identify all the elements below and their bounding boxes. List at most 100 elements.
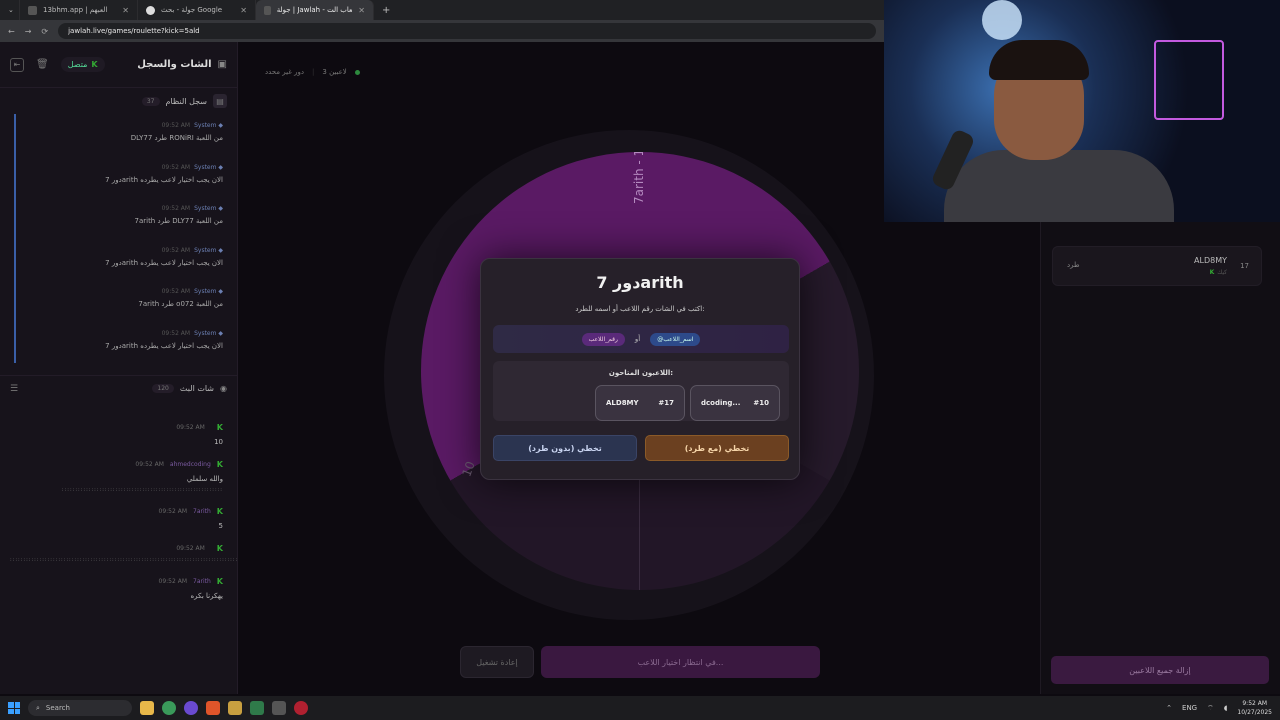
jawlah-icon [264,5,271,15]
log-text: دور 7arith الان يجب اختيار لاعب يطرده [105,341,223,350]
volume-icon[interactable]: ◖ [1224,704,1228,712]
tab-label: جولة | Jawlah - منصة الألعاب الت [276,6,353,14]
collapse-icon[interactable]: ⇤ [10,57,24,72]
url-input[interactable]: jawlah.live/games/roulette?kick=5ald [58,23,876,39]
log-author: System [194,163,217,171]
wifi-icon[interactable]: ⌔ [1207,704,1214,713]
chat-text: 5 [218,522,223,530]
log-author: System [194,205,217,212]
players-info: دور غير محدد | 3 لاعبين [265,68,360,76]
player-name-chip: @اسم_اللاعب [650,332,701,346]
chat-time: 09:52 AM [135,461,164,468]
online-dot-icon [354,69,360,75]
chat-meta: 09:52 AM K [10,544,223,553]
messenger-icon[interactable] [184,701,198,715]
live-chat-header[interactable]: ☰ 120 شات البث ◉ [0,375,237,401]
close-icon[interactable]: ✕ [358,6,365,15]
tab-label: 13bhm.app | العبهم [43,6,108,14]
system-icon: ◆ [218,205,223,212]
waiting-status-button[interactable]: في انتظار اختيار اللاعب... [541,646,820,678]
taskbar-search[interactable]: ⌕ Search [28,700,132,716]
app-icon[interactable] [272,701,286,715]
turn-modal: دور 7arith اكتب في الشات رقم اللاعب أو ا… [480,258,800,480]
trash-icon[interactable]: 🗑 [36,59,49,70]
chrome-icon[interactable] [162,701,176,715]
restart-button[interactable]: إعادة تشغيل [460,646,534,678]
language-indicator[interactable]: ENG [1182,704,1197,712]
player-name: ALD8MY [1194,256,1227,265]
streamer-body [944,150,1174,222]
brave-icon[interactable] [206,701,220,715]
log-meta: 09:52 AM System ◆ [16,122,223,129]
tab-jawlah[interactable]: جولة | Jawlah - منصة الألعاب الت ✕ [256,0,374,20]
chat-text: 10 [214,438,223,446]
clock[interactable]: 9:52 AM 10/27/2025 [1237,699,1272,717]
close-icon[interactable]: ✕ [122,6,129,15]
skip-without-kick-button[interactable]: تخطي (بدون طرد) [493,435,637,461]
chat-time: 09:52 AM [176,424,205,431]
windows-start-icon[interactable] [8,702,20,714]
player-name: dcoding... [701,399,741,407]
close-icon[interactable]: ✕ [240,6,247,15]
site-favicon-icon [28,5,37,15]
filter-icon[interactable]: ☰ [10,384,18,394]
sidebar-header: ⇤ 🗑 متصل K الشات والسجل ▣ [0,42,237,88]
file-explorer-icon[interactable] [140,701,154,715]
system-tray: ⌃ ENG ⌔ ◖ 9:52 AM 10/27/2025 [1166,699,1272,717]
windows-taskbar: ⌕ Search ⌃ ENG ⌔ ◖ 9:52 AM 10/27/2025 [0,696,1280,720]
modal-title: دور 7arith [596,273,684,292]
remove-all-players-button[interactable]: إزالة جميع اللاعبين [1051,656,1269,684]
player-name: ALD8MY [606,399,639,407]
player-card-17[interactable]: #17 ALD8MY [595,385,685,421]
log-author: System [194,329,217,337]
chevron-up-icon[interactable]: ⌃ [1166,704,1172,712]
wheel-label-top: 7arith - 14 [632,152,646,204]
chat-emotes: ::::::::::::::::::::::::::::::::::::::::… [61,487,223,493]
taskbar-search-text: Search [45,704,70,712]
player-card-10[interactable]: #10 dcoding... [690,385,780,421]
chat-text: يهكرنا بكره [190,592,223,600]
log-meta: 09:52 AM System ◆ [16,247,223,254]
app-icon[interactable] [228,701,242,715]
chat-time: 09:52 AM [176,545,205,552]
message-icon: ◉ [220,384,227,393]
chat-time: 09:52 AM [158,508,187,515]
log-item: 09:52 AM System ◆ دور 7arith الان يجب اختي… [16,239,237,281]
kick-player-button[interactable]: طرد [1067,261,1080,269]
available-players: اللاعبون المتاحون: #10 dcoding... #17 AL… [493,361,789,421]
live-chat-count: 120 [152,384,174,393]
live-chat-list: 09:52 AM K 10 09:52 AM ahmedcoding K والله سلم… [0,423,541,600]
sidebar-title: الشات والسجل ▣ [137,59,227,70]
obs-icon[interactable] [294,701,308,715]
back-icon[interactable]: ← [8,27,15,36]
chat-icon: ▣ [217,59,227,70]
system-icon: ◆ [218,246,223,254]
tab-13bhm[interactable]: 13bhm.app | العبهم ✕ [20,0,138,20]
log-text: DLY77 طرد RONiRI من اللعبة [130,134,223,142]
player-tag: K كيك [1210,269,1227,276]
excel-icon[interactable] [250,701,264,715]
google-icon [146,5,155,15]
address-bar: ← → ⟳ jawlah.live/games/roulette?kick=5a… [0,20,884,42]
status-text: متصل [67,60,88,69]
chat-text: والله سلملي [186,475,223,483]
log-time: 09:52 AM [161,329,191,337]
new-tab-button[interactable]: + [374,0,398,20]
log-meta: 09:52 AM System ◆ [16,164,223,171]
forward-icon[interactable]: → [25,27,32,36]
system-log-header[interactable]: 37 سجل النظام ▤ [0,88,237,114]
kick-icon: K [91,60,98,69]
player-row: طرد ALD8MY K كيك 17 [1052,246,1262,286]
neon-frame [1154,40,1224,120]
log-author: System [194,288,217,295]
system-icon: ◆ [218,163,223,171]
log-meta: 09:52 AM System ◆ [16,205,223,212]
tab-google[interactable]: جولة - بحث Google ✕ [138,0,256,20]
chat-meta: 09:52 AM 7arith K [10,507,223,516]
tab-menu[interactable]: ⌄ [0,0,20,20]
kick-icon: K [216,577,223,586]
reload-icon[interactable]: ⟳ [41,27,48,36]
skip-with-kick-button[interactable]: تخطي (مع طرد) [645,435,789,461]
chat-message: 09:52 AM 7arith K 5 [0,507,237,530]
url-text: jawlah.live/games/roulette?kick=5ald [68,27,200,35]
